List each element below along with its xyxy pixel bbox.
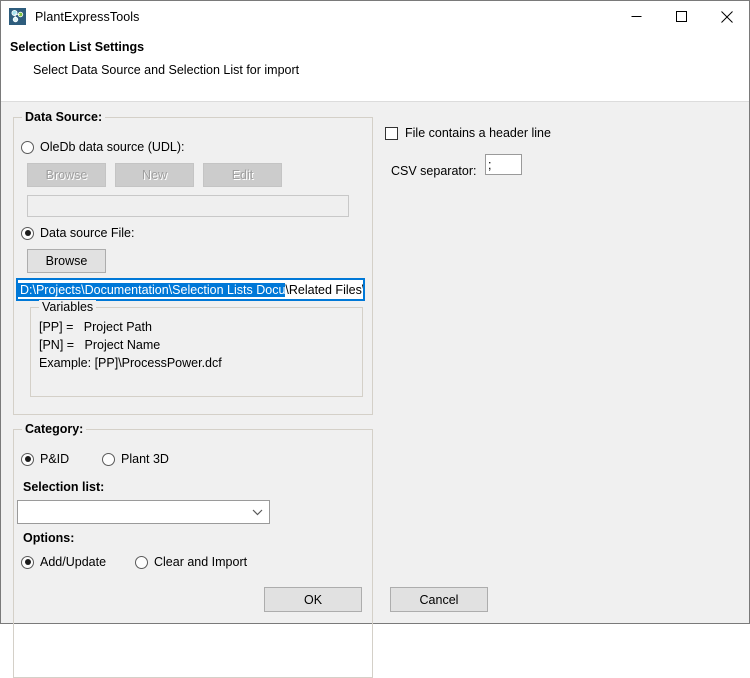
close-icon — [720, 10, 733, 23]
csv-separator-input[interactable]: ; — [485, 154, 522, 175]
close-button[interactable] — [704, 1, 749, 32]
udl-browse-button[interactable]: Browse — [27, 163, 106, 187]
minimize-icon — [631, 16, 642, 17]
header-line-checkbox-option[interactable]: File contains a header line — [385, 126, 551, 140]
application-window: PlantExpressTools Selection List Setting… — [0, 0, 750, 678]
pid-radio-option[interactable]: P&ID — [21, 452, 69, 466]
plant3d-radio-option[interactable]: Plant 3D — [102, 452, 169, 466]
options-label: Options: — [23, 531, 75, 545]
header-line-checkbox-label: File contains a header line — [405, 126, 551, 140]
dialog-header: Selection List Settings Select Data Sour… — [1, 32, 749, 102]
file-path-selected-text: D:\Projects\Documentation\Selection List… — [18, 282, 286, 297]
window-title: PlantExpressTools — [35, 9, 140, 24]
file-path-input[interactable]: D:\Projects\Documentation\Selection List… — [16, 278, 365, 301]
csv-separator-label: CSV separator: — [391, 164, 477, 178]
udl-new-button[interactable]: New — [115, 163, 194, 187]
oledb-radio-button[interactable] — [21, 140, 34, 154]
cancel-button[interactable]: Cancel — [390, 587, 488, 612]
minimize-button[interactable] — [614, 1, 659, 32]
variable-line-pp: [PP] = Project Path — [39, 320, 152, 334]
csv-separator-value: ; — [488, 157, 492, 172]
variable-line-example: Example: [PP]\ProcessPower.dcf — [39, 356, 222, 370]
title-bar: PlantExpressTools — [1, 1, 749, 32]
file-browse-button[interactable]: Browse — [27, 249, 106, 273]
file-path-remaining-text: \Related Files\Servic — [285, 282, 364, 297]
chevron-down-icon[interactable] — [245, 509, 269, 516]
window-controls — [614, 1, 749, 32]
udl-path-input[interactable] — [27, 195, 349, 217]
header-line-checkbox[interactable] — [385, 126, 398, 140]
pid-radio-label: P&ID — [40, 452, 70, 466]
page-title: Selection List Settings — [10, 40, 145, 54]
clear-import-radio-label: Clear and Import — [154, 555, 248, 569]
maximize-button[interactable] — [659, 1, 704, 32]
oledb-radio-label: OleDb data source (UDL): — [40, 140, 185, 154]
file-radio-option[interactable]: Data source File: — [21, 226, 134, 240]
add-update-radio-label: Add/Update — [40, 555, 107, 569]
variables-legend: Variables — [39, 300, 97, 314]
clear-import-radio-button[interactable] — [135, 555, 148, 569]
dialog-body: Data Source: OleDb data source (UDL): Br… — [1, 102, 749, 678]
category-group: Category: P&ID Plant 3D Selection list: … — [13, 422, 373, 678]
udl-edit-button[interactable]: Edit — [203, 163, 282, 187]
add-update-radio-option[interactable]: Add/Update — [21, 555, 106, 569]
add-update-radio-button[interactable] — [21, 555, 34, 569]
maximize-icon — [676, 11, 687, 22]
data-source-group: Data Source: OleDb data source (UDL): Br… — [13, 110, 373, 415]
pid-radio-button[interactable] — [21, 452, 34, 466]
variables-group: Variables [PP] = Project Path [PN] = Pro… — [30, 300, 363, 397]
clear-import-radio-option[interactable]: Clear and Import — [135, 555, 247, 569]
page-subtitle: Select Data Source and Selection List fo… — [33, 63, 300, 77]
plant-tools-icon — [9, 8, 26, 25]
selection-list-label: Selection list: — [23, 480, 105, 494]
file-radio-button[interactable] — [21, 226, 34, 240]
plant3d-radio-label: Plant 3D — [121, 452, 169, 466]
file-radio-label: Data source File: — [40, 226, 135, 240]
ok-button[interactable]: OK — [264, 587, 362, 612]
data-source-legend: Data Source: — [22, 110, 106, 124]
category-legend: Category: — [22, 422, 87, 436]
variable-line-pn: [PN] = Project Name — [39, 338, 161, 352]
selection-list-combobox[interactable] — [17, 500, 270, 524]
oledb-radio-option[interactable]: OleDb data source (UDL): — [21, 140, 185, 154]
plant3d-radio-button[interactable] — [102, 452, 115, 466]
